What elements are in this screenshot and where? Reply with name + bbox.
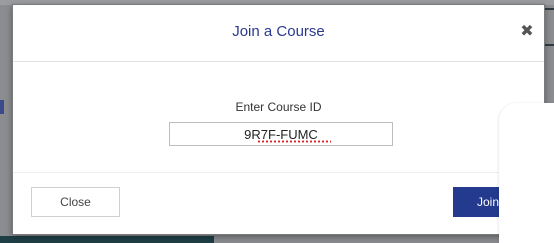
spellcheck-underline: [257, 140, 331, 143]
screen: Join a Course ✖ Enter Course ID Close Jo…: [0, 0, 554, 243]
course-id-label: Enter Course ID: [235, 100, 322, 114]
footer-divider: [13, 172, 544, 173]
close-icon[interactable]: ✖: [518, 22, 536, 42]
join-course-modal: Join a Course ✖ Enter Course ID Close Jo…: [12, 4, 545, 235]
modal-header: Join a Course ✖: [13, 5, 544, 62]
overlay-panel: [499, 103, 554, 243]
background-footer-bar: [0, 236, 214, 243]
background-marker: [0, 100, 4, 114]
close-button[interactable]: Close: [31, 187, 120, 217]
modal-title: Join a Course: [232, 23, 325, 40]
